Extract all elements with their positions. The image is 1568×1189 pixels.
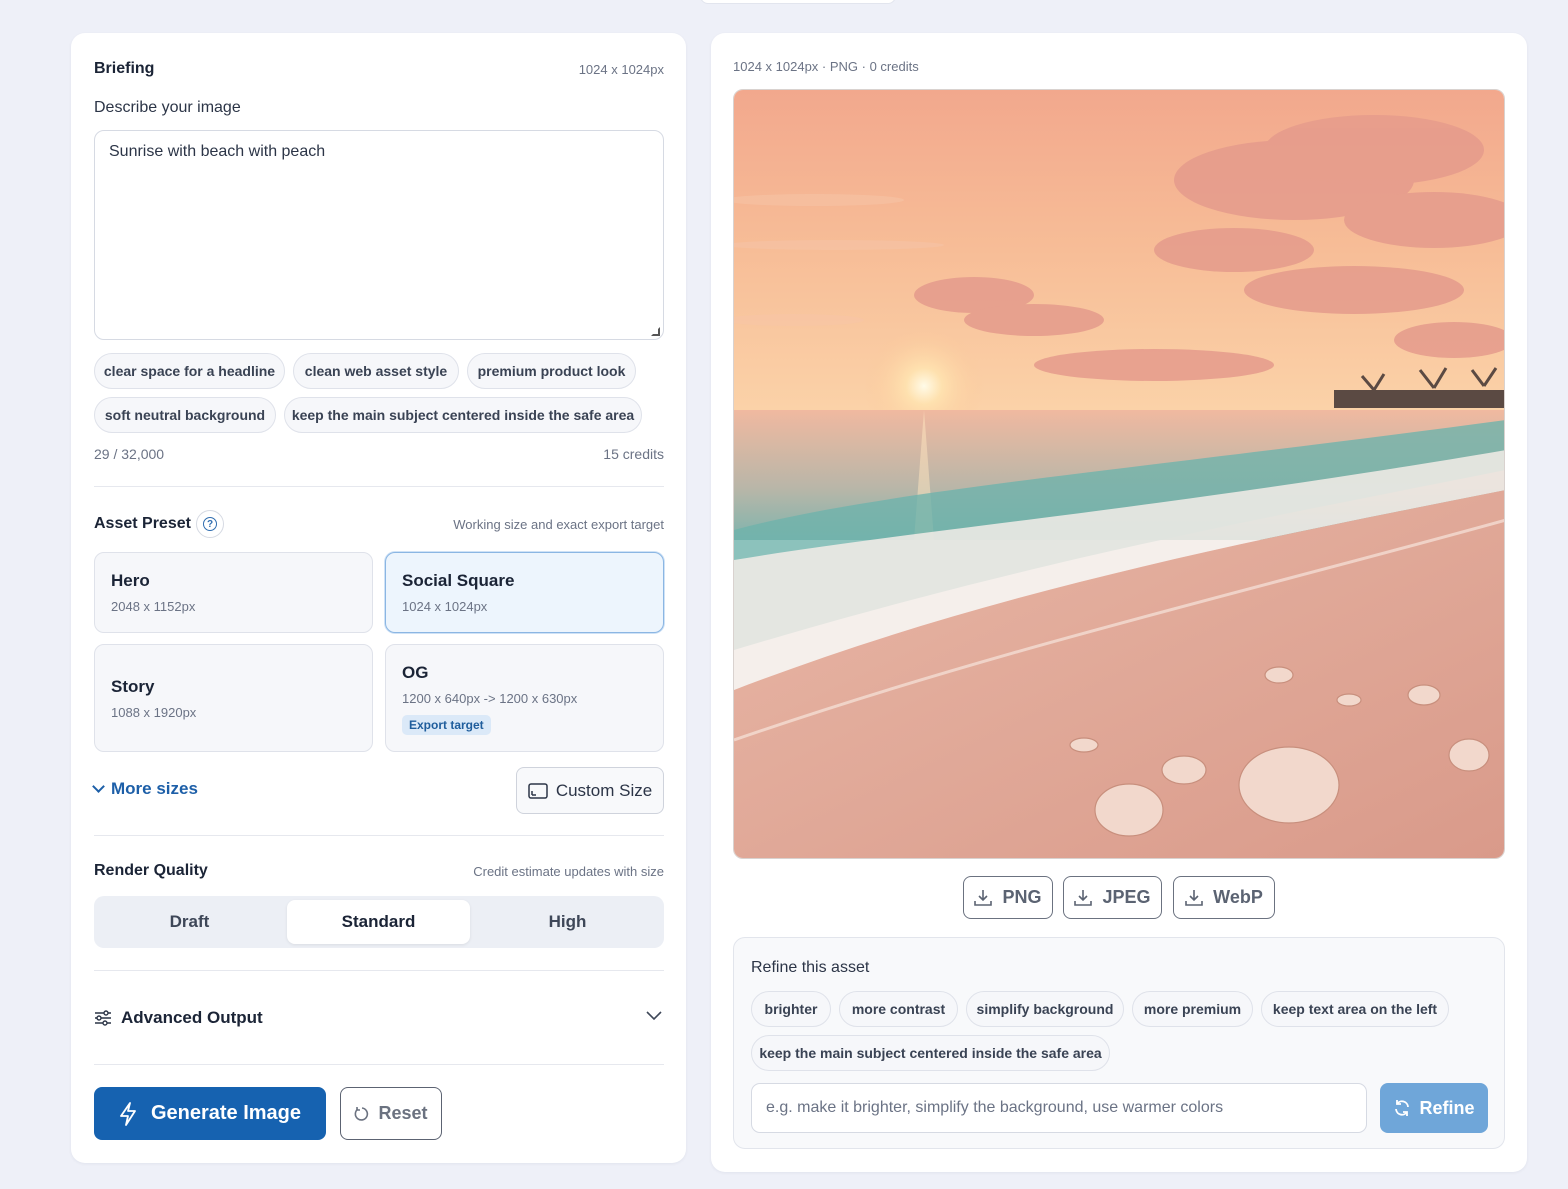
export-target-badge: Export target xyxy=(402,715,491,735)
generate-image-button[interactable]: Generate Image xyxy=(94,1087,326,1140)
quality-option-high[interactable]: High xyxy=(476,900,659,944)
suggestion-chip[interactable]: clear space for a headline xyxy=(94,353,285,389)
beach-sunrise-illustration xyxy=(734,90,1504,858)
resize-frame-icon xyxy=(528,782,548,799)
preset-card-story[interactable]: Story 1088 x 1920px xyxy=(94,644,373,752)
more-sizes-label: More sizes xyxy=(111,779,198,798)
download-webp-label: WebP xyxy=(1213,887,1263,907)
lightning-icon xyxy=(120,1101,136,1126)
suggestion-chip[interactable]: clean web asset style xyxy=(293,353,459,389)
download-icon xyxy=(1185,889,1203,906)
prompt-text: Sunrise with beach with peach xyxy=(109,143,326,160)
refine-chip[interactable]: more premium xyxy=(1132,991,1253,1027)
reset-icon xyxy=(355,1106,369,1121)
char-count: 29 / 32,000 xyxy=(94,446,165,462)
top-tab-edge xyxy=(700,0,896,4)
advanced-output-toggle[interactable]: Advanced Output xyxy=(94,1005,664,1031)
refine-button[interactable]: Refine xyxy=(1380,1083,1488,1133)
refine-title: Refine this asset xyxy=(751,959,870,976)
credits-estimate: 15 credits xyxy=(603,446,664,462)
divider xyxy=(94,486,664,487)
reset-label: Reset xyxy=(378,1103,428,1123)
refine-input[interactable]: e.g. make it brighter, simplify the back… xyxy=(751,1083,1367,1133)
prompt-textarea[interactable]: Sunrise with beach with peach xyxy=(94,130,664,340)
preset-card-title: OG xyxy=(402,663,429,682)
generate-label: Generate Image xyxy=(150,1102,302,1124)
chevron-down-icon xyxy=(92,780,105,793)
refine-chip[interactable]: more contrast xyxy=(839,991,958,1027)
advanced-output-title: Advanced Output xyxy=(121,1008,263,1027)
chevron-down-icon xyxy=(646,1011,662,1021)
divider xyxy=(94,1064,664,1065)
custom-size-button[interactable]: Custom Size xyxy=(516,767,664,814)
describe-label: Describe your image xyxy=(94,99,241,116)
preview-meta: 1024 x 1024px · PNG · 0 credits xyxy=(733,59,919,74)
custom-size-label: Custom Size xyxy=(555,780,653,800)
render-quality-hint: Credit estimate updates with size xyxy=(473,864,664,879)
asset-preset-title: Asset Preset xyxy=(94,515,191,532)
preset-card-hero[interactable]: Hero 2048 x 1152px xyxy=(94,552,373,633)
divider xyxy=(94,970,664,971)
refine-chip[interactable]: keep text area on the left xyxy=(1261,991,1449,1027)
question-circle-icon: ? xyxy=(203,517,217,531)
reset-button[interactable]: Reset xyxy=(340,1087,442,1140)
preset-card-title: Hero xyxy=(111,571,150,590)
download-png-button[interactable]: PNG xyxy=(963,876,1053,919)
preset-card-og[interactable]: OG 1200 x 640px -> 1200 x 630px Export t… xyxy=(385,644,664,752)
render-quality-title: Render Quality xyxy=(94,862,208,879)
download-icon xyxy=(974,889,993,906)
refine-panel: Refine this asset brighter more contrast… xyxy=(733,937,1505,1149)
preset-hint: Working size and exact export target xyxy=(453,517,664,532)
refine-placeholder: e.g. make it brighter, simplify the back… xyxy=(766,1099,1224,1116)
preset-card-size: 2048 x 1152px xyxy=(111,599,196,614)
suggestion-chip[interactable]: soft neutral background xyxy=(94,397,276,433)
help-button[interactable]: ? xyxy=(196,510,224,538)
briefing-title: Briefing xyxy=(94,60,155,77)
preview-panel: 1024 x 1024px · PNG · 0 credits PNG JPEG… xyxy=(711,33,1527,1172)
refresh-icon xyxy=(1395,1100,1410,1116)
refine-label: Refine xyxy=(1419,1097,1475,1118)
suggestion-chip[interactable]: premium product look xyxy=(467,353,636,389)
sliders-icon xyxy=(95,1010,111,1026)
preset-card-size: 1024 x 1024px xyxy=(402,599,488,614)
refine-chip[interactable]: simplify background xyxy=(966,991,1124,1027)
download-icon xyxy=(1074,889,1093,906)
preset-card-title: Story xyxy=(111,677,155,696)
download-jpeg-label: JPEG xyxy=(1102,887,1151,907)
preset-card-title: Social Square xyxy=(402,571,515,590)
download-jpeg-button[interactable]: JPEG xyxy=(1063,876,1162,919)
quality-option-standard[interactable]: Standard xyxy=(287,900,470,944)
suggestion-chip[interactable]: keep the main subject centered inside th… xyxy=(284,397,642,433)
preset-card-size: 1200 x 640px -> 1200 x 630px xyxy=(402,691,578,706)
resize-grip-icon[interactable] xyxy=(651,327,660,336)
refine-chip[interactable]: keep the main subject centered inside th… xyxy=(751,1035,1110,1071)
more-sizes-toggle[interactable]: More sizes xyxy=(92,779,198,799)
download-webp-button[interactable]: WebP xyxy=(1173,876,1275,919)
quality-option-draft[interactable]: Draft xyxy=(98,900,281,944)
briefing-panel: Briefing 1024 x 1024px Describe your ima… xyxy=(71,33,686,1163)
preset-card-size: 1088 x 1920px xyxy=(111,705,197,720)
quality-segmented-control: Draft Standard High xyxy=(94,896,664,948)
divider xyxy=(94,835,664,836)
briefing-size-meta: 1024 x 1024px xyxy=(578,62,664,77)
refine-chip[interactable]: brighter xyxy=(751,991,831,1027)
generated-image xyxy=(733,89,1505,859)
preset-card-social-square[interactable]: Social Square 1024 x 1024px xyxy=(385,552,664,633)
download-png-label: PNG xyxy=(1002,887,1042,907)
